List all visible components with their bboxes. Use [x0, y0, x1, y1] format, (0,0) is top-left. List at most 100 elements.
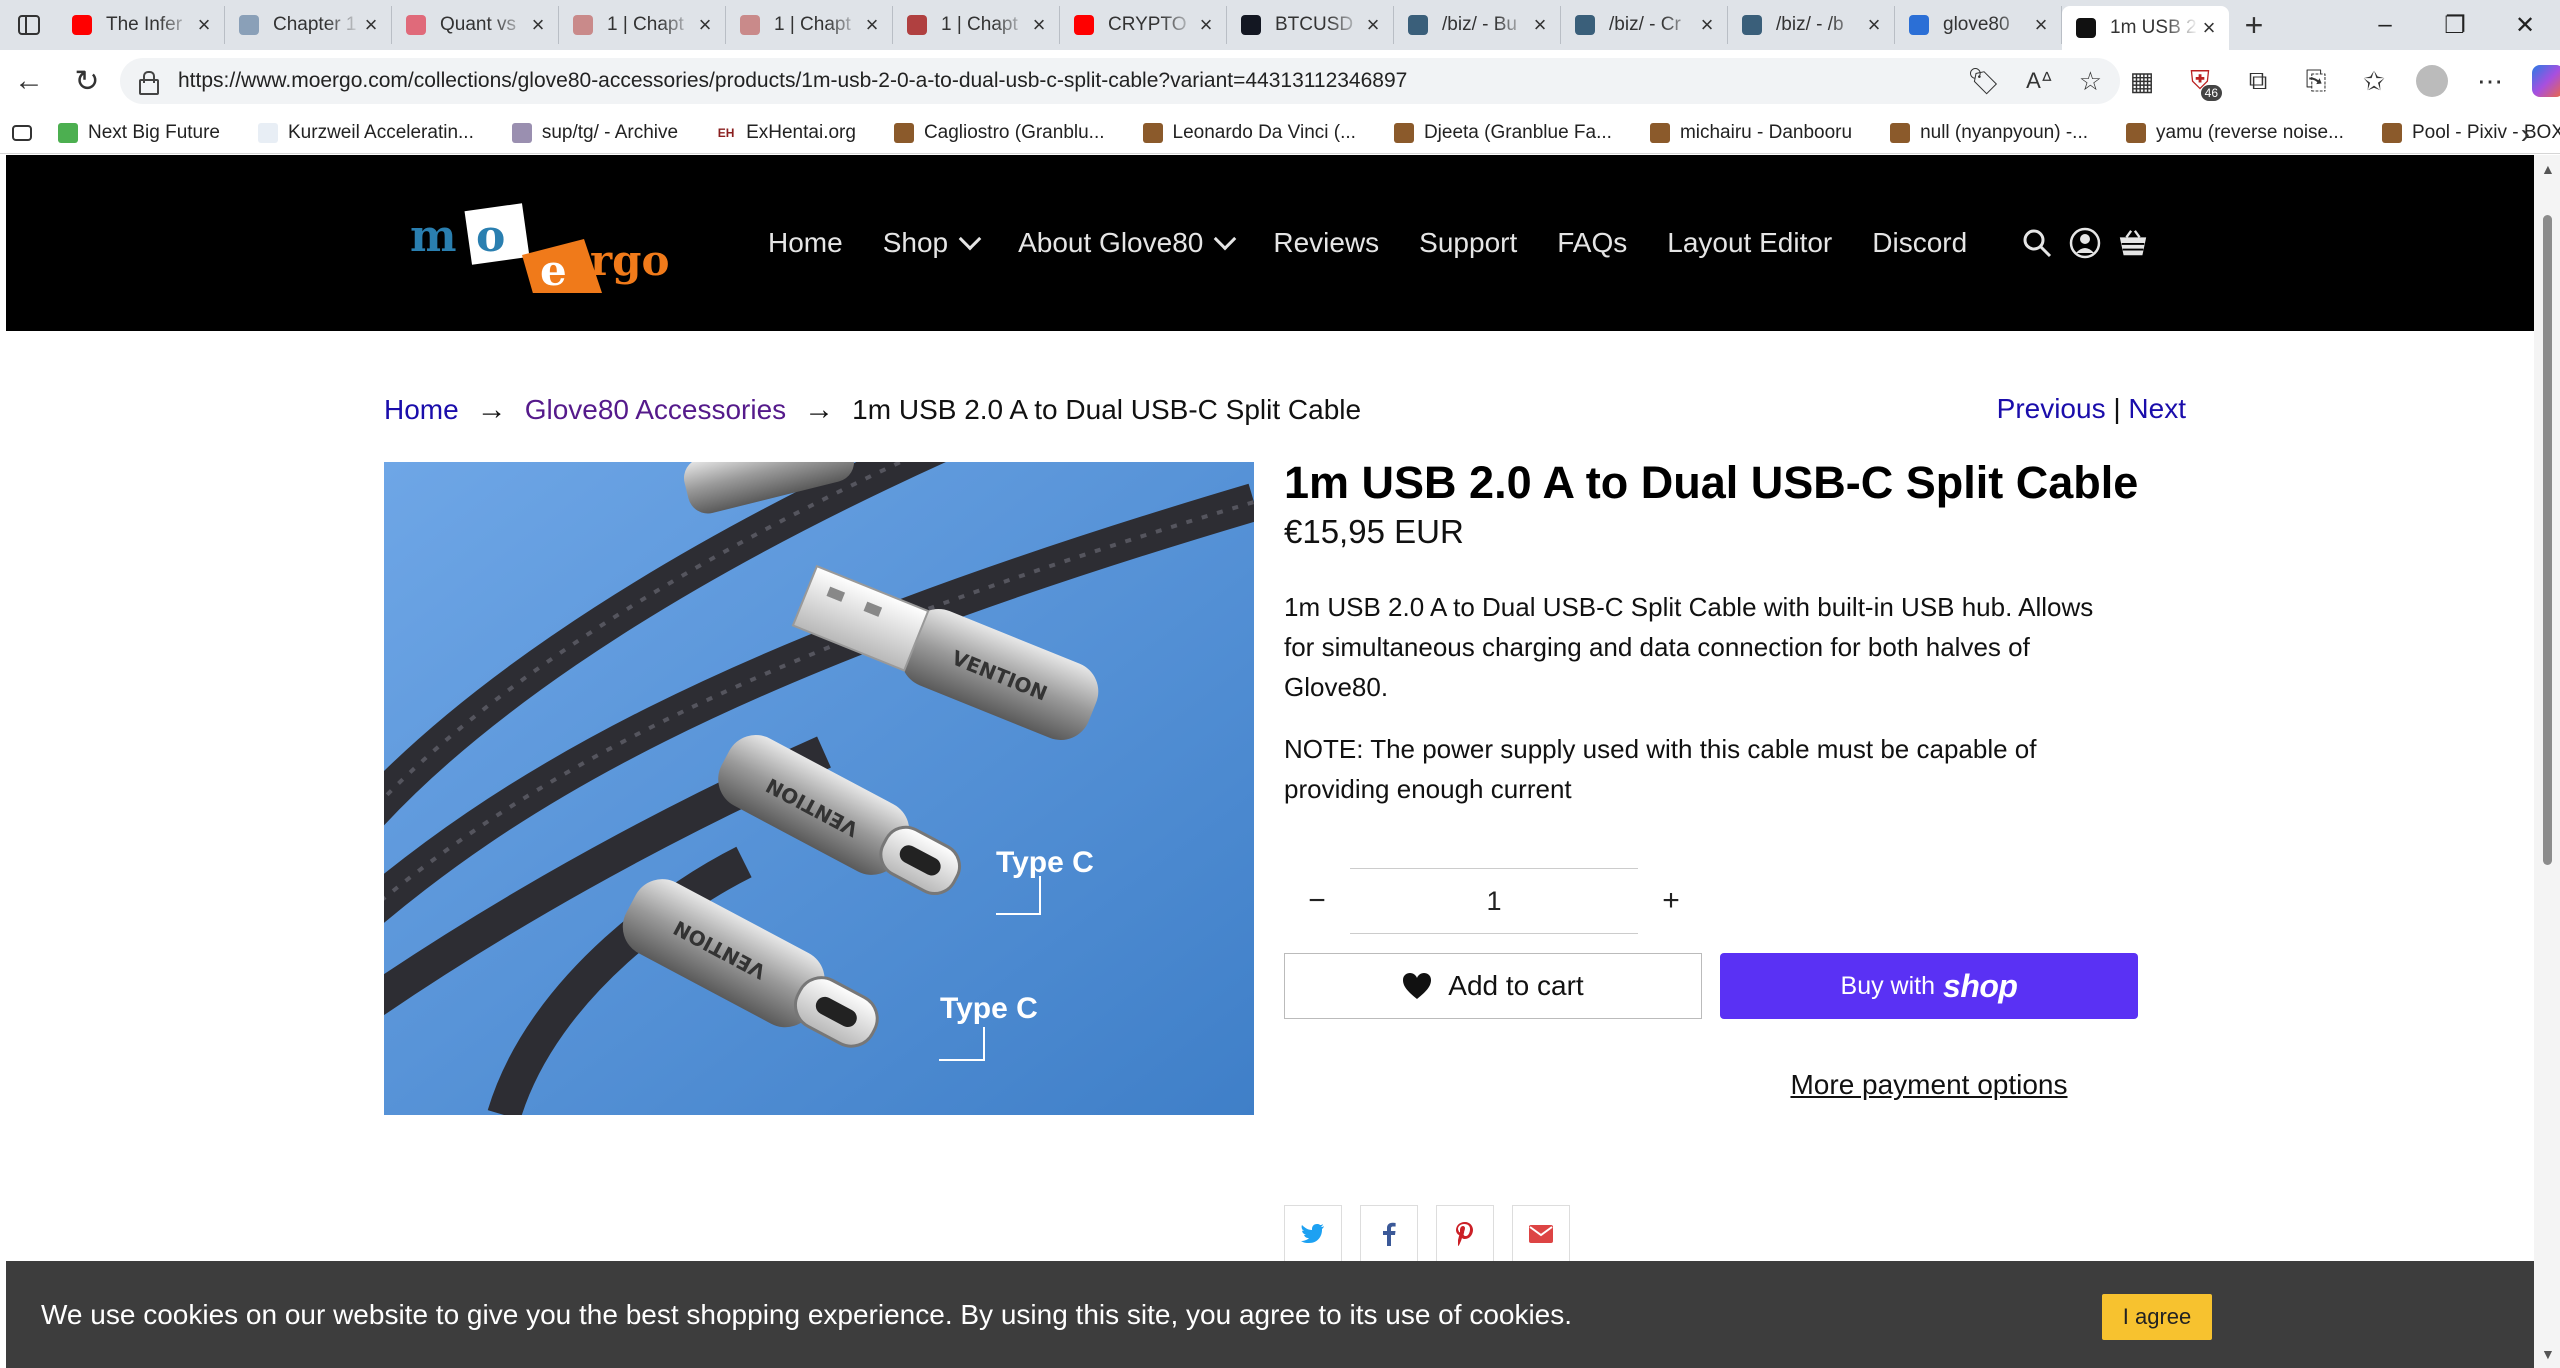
- account-icon[interactable]: [2069, 227, 2101, 259]
- next-link[interactable]: Next: [2128, 393, 2186, 424]
- bookmark-item[interactable]: yamu (reverse noise...: [2126, 122, 2344, 144]
- cart-icon[interactable]: [2117, 227, 2149, 259]
- shop-pay-logo: shop: [1943, 967, 2018, 1004]
- bookmark-item[interactable]: Leonardo Da Vinci (...: [1142, 122, 1356, 144]
- extensions-icon[interactable]: ⧉: [2236, 59, 2280, 103]
- back-button[interactable]: ←: [0, 50, 58, 112]
- nav-shop[interactable]: Shop: [883, 227, 982, 259]
- bookmark-item[interactable]: null (nyanpyoun) -...: [1890, 122, 2088, 144]
- browser-tab[interactable]: 1m USB 2 ×: [2062, 6, 2229, 50]
- bookmark-item[interactable]: Next Big Future: [58, 122, 220, 144]
- chevron-right-icon[interactable]: ›: [2521, 118, 2530, 150]
- close-window-button[interactable]: ✕: [2490, 0, 2560, 50]
- close-tab-icon[interactable]: ×: [528, 12, 548, 38]
- browser-tab[interactable]: BTCUSD ×: [1227, 6, 1394, 44]
- close-tab-icon[interactable]: ×: [1196, 12, 1216, 38]
- quantity-input[interactable]: 1: [1350, 868, 1638, 934]
- bookmark-collections-icon[interactable]: [12, 124, 32, 141]
- close-tab-icon[interactable]: ×: [1864, 12, 1884, 38]
- nav-home[interactable]: Home: [768, 227, 843, 259]
- nav-layout-editor[interactable]: Layout Editor: [1667, 227, 1832, 259]
- tab-strip: The Infer × Chapter 1 × Quant vs × 1 | Chapt × 1…: [58, 0, 2229, 50]
- refresh-button[interactable]: ↻: [58, 50, 116, 112]
- pinterest-share-button[interactable]: [1436, 1205, 1494, 1263]
- more-menu-icon[interactable]: ⋯: [2468, 59, 2512, 103]
- new-tab-button[interactable]: +: [2229, 7, 2279, 44]
- bookmark-item[interactable]: michairu - Danbooru: [1649, 122, 1852, 144]
- browser-tab[interactable]: /biz/ - Bu ×: [1394, 6, 1561, 44]
- restore-button[interactable]: ❐: [2420, 0, 2490, 50]
- close-tab-icon[interactable]: ×: [361, 12, 381, 38]
- previous-link[interactable]: Previous: [1997, 393, 2106, 424]
- close-tab-icon[interactable]: ×: [194, 12, 214, 38]
- read-aloud-icon[interactable]: Aᐞ: [2026, 68, 2053, 94]
- svg-text:o: o: [476, 211, 505, 262]
- more-payment-options-link[interactable]: More payment options: [1720, 1069, 2138, 1101]
- ublock-extension-icon[interactable]: ⛨ 46: [2178, 59, 2222, 103]
- tag-icon[interactable]: 🏷: [1967, 66, 2000, 97]
- quantity-decrease-button[interactable]: −: [1284, 868, 1350, 934]
- email-share-button[interactable]: [1512, 1205, 1570, 1263]
- close-tab-icon[interactable]: ×: [2199, 15, 2219, 41]
- close-tab-icon[interactable]: ×: [1363, 12, 1383, 38]
- nav-about-glove80[interactable]: About Glove80: [1018, 227, 1237, 259]
- search-icon[interactable]: [2021, 227, 2053, 259]
- qr-icon[interactable]: ▦: [2120, 59, 2164, 103]
- cookie-agree-button[interactable]: I agree: [2102, 1294, 2212, 1340]
- browser-tab[interactable]: Quant vs ×: [392, 6, 559, 44]
- bookmark-item[interactable]: Djeeta (Granblue Fa...: [1393, 122, 1612, 144]
- tab-actions-button[interactable]: [0, 0, 58, 50]
- close-tab-icon[interactable]: ×: [695, 12, 715, 38]
- browser-tab[interactable]: /biz/ - /b ×: [1728, 6, 1895, 44]
- pinterest-icon: [1456, 1222, 1473, 1246]
- nav-reviews[interactable]: Reviews: [1273, 227, 1379, 259]
- favorites-icon[interactable]: ✩: [2352, 59, 2396, 103]
- bookmark-item[interactable]: Pool - Pixiv - BOX S...: [2381, 122, 2560, 144]
- add-to-cart-button[interactable]: Add to cart: [1284, 953, 1702, 1019]
- browser-tab[interactable]: glove80 ×: [1895, 6, 2062, 44]
- moergo-logo[interactable]: m o e rgo: [406, 193, 696, 297]
- browser-tab[interactable]: 1 | Chapt ×: [559, 6, 726, 44]
- product-image[interactable]: VENTION VENTION VENTION Type C Type C: [384, 462, 1254, 1115]
- bookmark-item[interactable]: EH ExHentai.org: [716, 122, 856, 144]
- breadcrumb-home[interactable]: Home: [384, 394, 459, 426]
- buy-with-shop-button[interactable]: Buy with shop: [1720, 953, 2138, 1019]
- twitter-share-button[interactable]: [1284, 1205, 1342, 1263]
- copilot-icon[interactable]: [2526, 59, 2560, 103]
- browser-tab[interactable]: 1 | Chapt ×: [893, 6, 1060, 44]
- facebook-share-button[interactable]: [1360, 1205, 1418, 1263]
- bookmark-label: sup/tg/ - Archive: [541, 121, 679, 143]
- scroll-down-arrow[interactable]: ▼: [2541, 1346, 2555, 1362]
- browser-tab[interactable]: The Infer ×: [58, 6, 225, 44]
- breadcrumb: Home → Glove80 Accessories → 1m USB 2.0 …: [384, 393, 1361, 427]
- nav-discord[interactable]: Discord: [1872, 227, 1967, 259]
- url-text[interactable]: https://www.moergo.com/collections/glove…: [178, 69, 1407, 93]
- browser-tab[interactable]: Chapter 1 ×: [225, 6, 392, 44]
- bookmark-item[interactable]: sup/tg/ - Archive: [511, 121, 679, 144]
- browser-tab[interactable]: CRYPTO ×: [1060, 6, 1227, 44]
- bookmark-item[interactable]: Cagliostro (Granblu...: [893, 122, 1105, 144]
- profile-avatar[interactable]: [2410, 59, 2454, 103]
- favorite-star-icon[interactable]: ☆: [2079, 66, 2102, 97]
- close-tab-icon[interactable]: ×: [1530, 12, 1550, 38]
- tab-title: 1 | Chapt: [774, 14, 851, 35]
- close-tab-icon[interactable]: ×: [1029, 12, 1049, 38]
- scrollbar-thumb[interactable]: [2543, 215, 2552, 865]
- lock-icon[interactable]: [136, 70, 159, 95]
- moergo-icon: [2076, 18, 2096, 38]
- close-tab-icon[interactable]: ×: [2031, 12, 2051, 38]
- breadcrumb-collection[interactable]: Glove80 Accessories: [525, 394, 786, 426]
- split-screen-icon[interactable]: ⎘: [2294, 59, 2338, 103]
- browser-tab[interactable]: 1 | Chapt ×: [726, 6, 893, 44]
- page-scrollbar[interactable]: ▲ ▼: [2534, 155, 2560, 1368]
- minimize-button[interactable]: –: [2350, 0, 2420, 50]
- quantity-increase-button[interactable]: +: [1638, 868, 1704, 934]
- bookmark-item[interactable]: Kurzweil Acceleratin...: [258, 122, 474, 144]
- address-bar[interactable]: https://www.moergo.com/collections/glove…: [120, 58, 2120, 104]
- scroll-up-arrow[interactable]: ▲: [2541, 161, 2555, 177]
- close-tab-icon[interactable]: ×: [862, 12, 882, 38]
- close-tab-icon[interactable]: ×: [1697, 12, 1717, 38]
- nav-support[interactable]: Support: [1419, 227, 1517, 259]
- nav-faqs[interactable]: FAQs: [1557, 227, 1627, 259]
- browser-tab[interactable]: /biz/ - Cr ×: [1561, 6, 1728, 44]
